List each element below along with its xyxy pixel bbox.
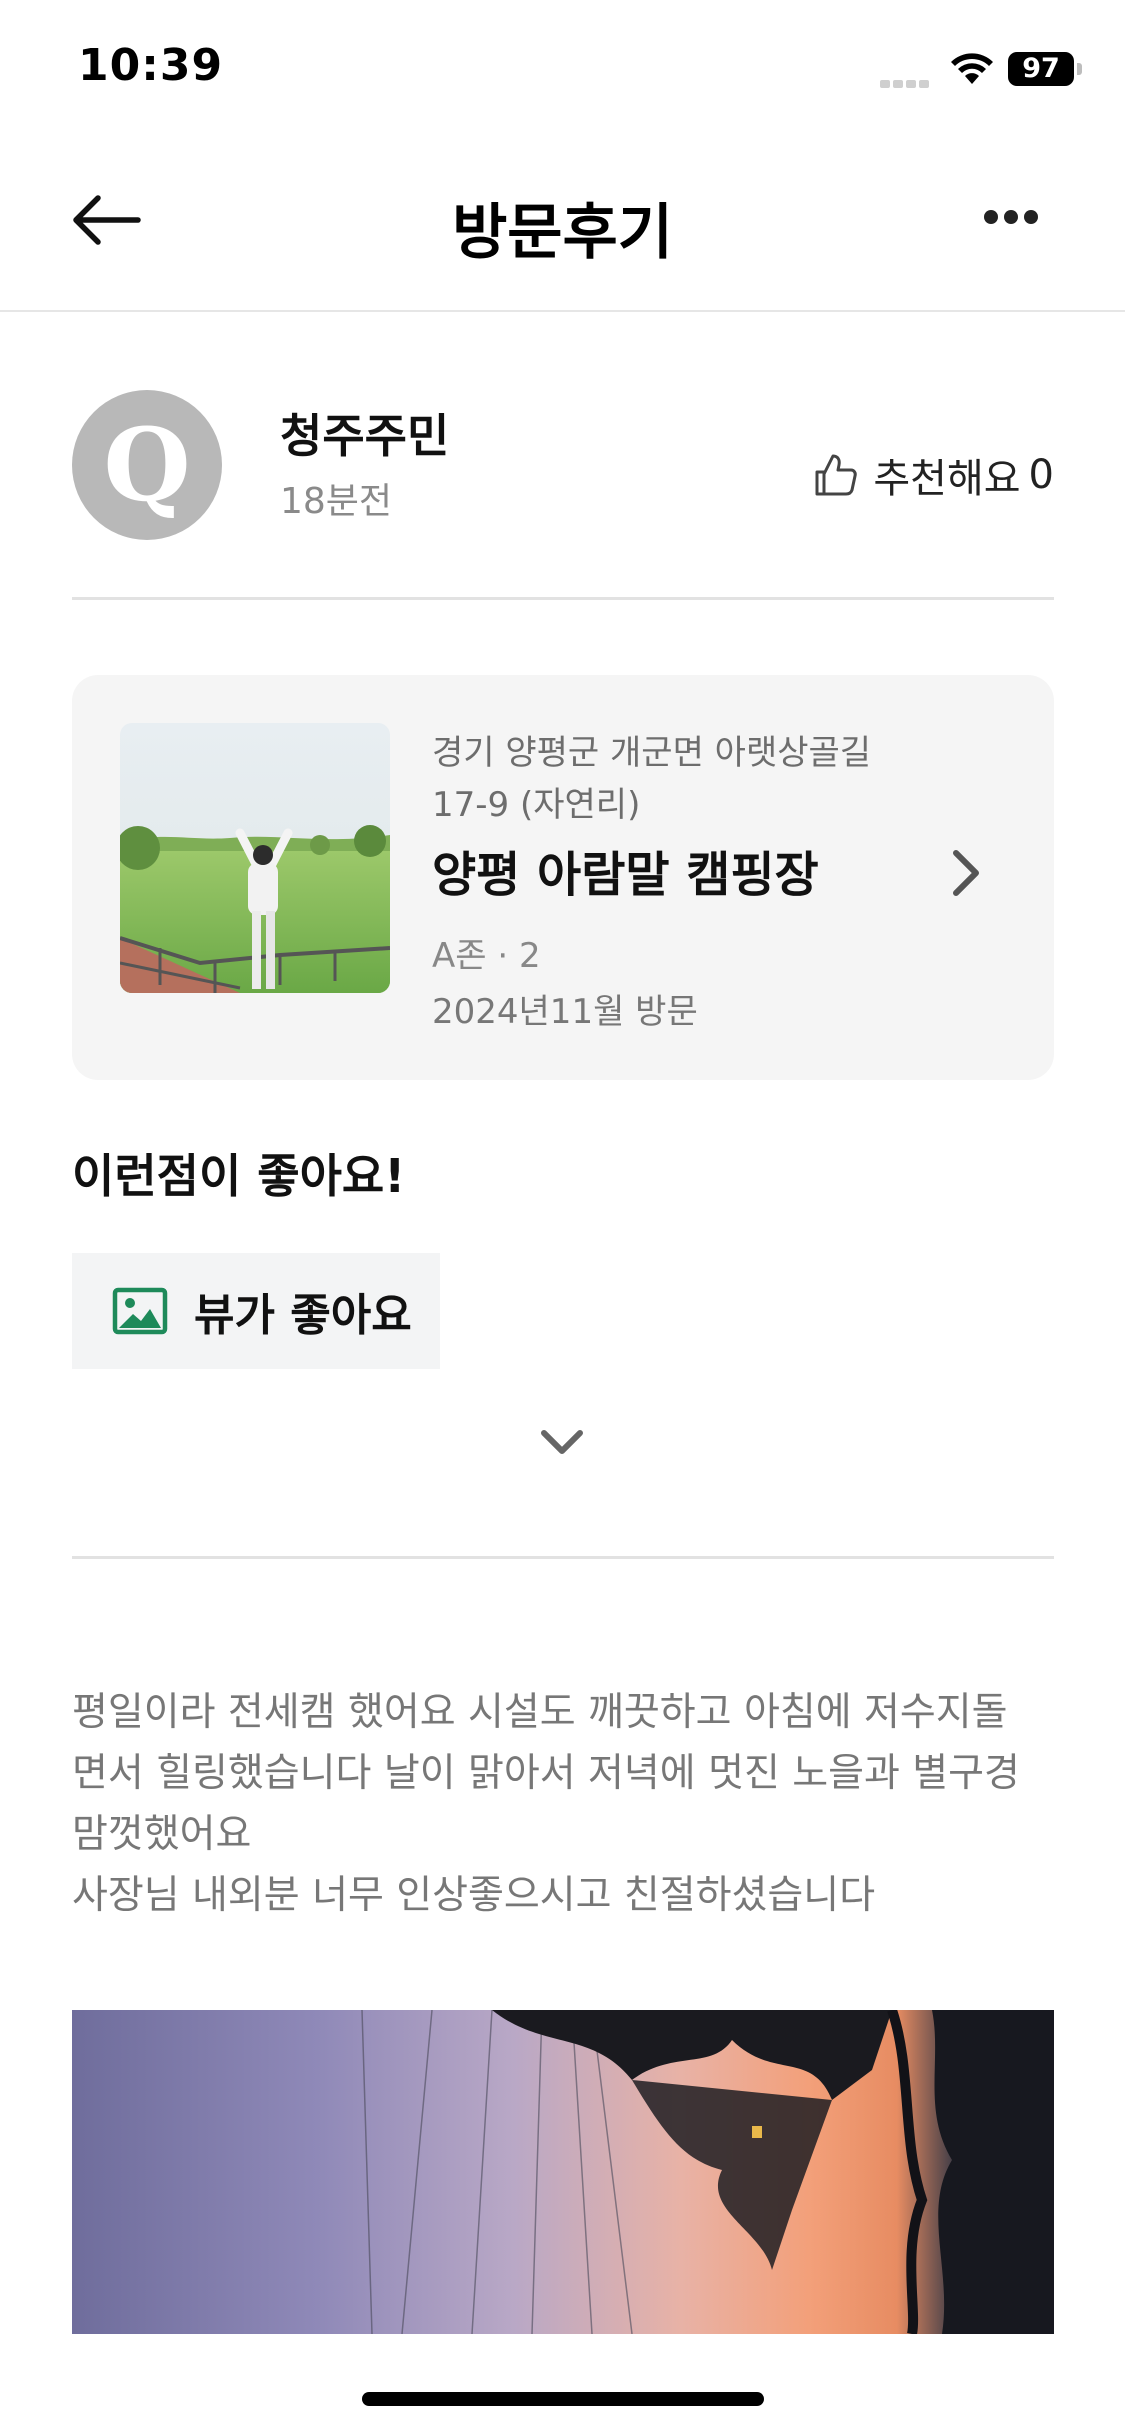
- review-text: 평일이라 전세캠 했어요 시설도 깨끗하고 아침에 저수지돌 면서 힐링했습니다…: [72, 1682, 1062, 1926]
- more-icon[interactable]: [984, 202, 1048, 232]
- visit-date: 2024년11월 방문: [432, 992, 698, 1032]
- cellular-signal-icon: [880, 73, 932, 88]
- review-author: Q 청주주민 18분전 추천해요 0: [72, 390, 1054, 600]
- recommend-button[interactable]: 추천해요 0: [813, 445, 1054, 505]
- page-title: 방문후기: [452, 198, 673, 268]
- wifi-icon: [951, 53, 993, 84]
- good-point-label: 뷰가 좋아요: [194, 1290, 412, 1341]
- review-line: 면서 힐링했습니다 날이 맑아서 저녁에 멋진 노을과 별구경: [72, 1751, 1020, 1796]
- campsite-card[interactable]: 경기 양평군 개군면 아랫상골길 17-9 (자연리) 양평 아람말 캠핑장 A…: [72, 675, 1054, 1080]
- campsite-zone: A존 · 2: [432, 936, 541, 976]
- author-name[interactable]: 청주주민: [280, 400, 449, 466]
- campsite-photo: [120, 723, 390, 993]
- status-time: 10:39: [78, 40, 224, 91]
- home-indicator: [362, 2392, 764, 2406]
- post-time: 18분전: [280, 481, 393, 522]
- battery-icon: 97: [1008, 52, 1074, 86]
- recommend-label: 추천해요: [873, 456, 1021, 502]
- recommend-count: 0: [1028, 452, 1054, 498]
- good-points-heading: 이런점이 좋아요!: [72, 1149, 406, 1203]
- review-line: 평일이라 전세캠 했어요 시설도 깨끗하고 아침에 저수지돌: [72, 1690, 1008, 1735]
- review-line: 맘껏했어요: [72, 1812, 252, 1857]
- chevron-right-icon: [953, 850, 979, 896]
- thumbs-up-icon: [815, 454, 858, 496]
- review-photo[interactable]: [72, 2010, 1054, 2334]
- section-divider: [72, 1556, 1054, 1559]
- review-line: 사장님 내외분 너무 인상좋으시고 친절하셨습니다: [72, 1873, 876, 1918]
- avatar[interactable]: Q: [72, 390, 222, 540]
- chevron-down-icon[interactable]: [538, 1425, 586, 1461]
- campsite-address: 경기 양평군 개군면 아랫상골길 17-9 (자연리): [432, 733, 872, 825]
- nav-bar: 방문후기: [0, 140, 1125, 312]
- good-point-chip[interactable]: 뷰가 좋아요: [72, 1253, 440, 1369]
- status-bar: 10:39 97: [0, 0, 1125, 140]
- image-icon: [112, 1287, 168, 1335]
- campsite-name: 양평 아람말 캠핑장: [432, 847, 819, 903]
- battery-tip: [1077, 63, 1082, 75]
